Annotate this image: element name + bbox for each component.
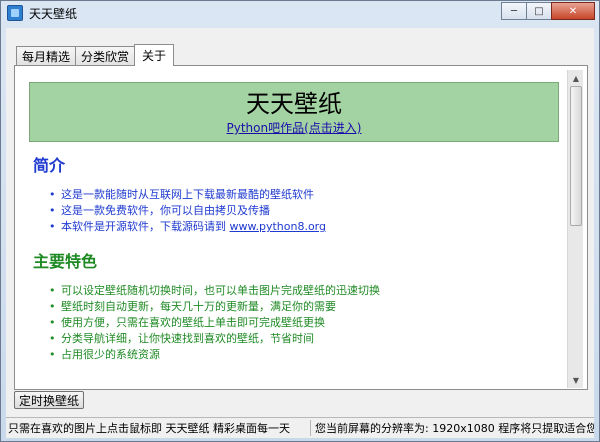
scroll-down-icon[interactable]: ▼: [568, 372, 584, 388]
features-list: • 可以设定壁纸随机切换时间，也可以单击图片完成壁纸的迅速切换 • 壁纸时刻自动更新…: [49, 283, 380, 363]
bullet-icon: •: [49, 188, 56, 201]
status-divider: [310, 419, 311, 436]
scroll-up-icon[interactable]: ▲: [568, 70, 584, 86]
status-message: 只需在喜欢的图片上点击鼠标即 天天壁纸 精彩桌面每一天: [8, 421, 290, 435]
about-panel: 天天壁纸 Python吧作品(点击进入) 简介 • 这是一款能随时从互联网上下载最…: [14, 65, 588, 390]
bullet-icon: •: [49, 300, 56, 313]
list-item: • 分类导航详细，让你快速找到喜欢的壁纸，节省时间: [49, 332, 314, 345]
list-item: • 这是一款免费软件，你可以自由拷贝及传播: [49, 204, 270, 217]
timed-wallpaper-button[interactable]: 定时换壁纸: [14, 391, 85, 409]
status-resolution: 您当前屏幕的分辨率为: 1920x1080 程序将只提取适合您屏幕: [315, 421, 594, 435]
minimize-button[interactable]: ─: [501, 2, 527, 20]
banner: 天天壁纸 Python吧作品(点击进入): [29, 82, 559, 142]
source-link[interactable]: www.python8.org: [230, 220, 327, 233]
maximize-icon: □: [534, 5, 544, 17]
about-content[interactable]: 天天壁纸 Python吧作品(点击进入) 简介 • 这是一款能随时从互联网上下载最…: [19, 70, 567, 388]
tab-category-browse[interactable]: 分类欣赏: [75, 46, 136, 66]
app-icon: [7, 5, 23, 21]
client-area: 每月精选 分类欣赏 关于 天天壁纸 Python吧作品(点击进入) 简介 • 这是…: [6, 28, 594, 438]
list-item: • 本软件是开源软件，下载源码请到 www.python8.org: [49, 220, 327, 233]
list-item: • 占用很少的系统资源: [49, 348, 160, 361]
maximize-button[interactable]: □: [526, 2, 552, 20]
features-heading: 主要特色: [33, 252, 98, 271]
window-title: 天天壁纸: [29, 6, 78, 21]
window-controls: ─ □ ✕: [501, 2, 595, 20]
bullet-icon: •: [49, 204, 56, 217]
scroll-thumb[interactable]: [570, 86, 582, 226]
close-button[interactable]: ✕: [551, 2, 595, 20]
bullet-icon: •: [49, 316, 56, 329]
tab-about[interactable]: 关于: [134, 44, 175, 66]
tab-strip: 每月精选 分类欣赏 关于: [16, 44, 175, 66]
list-item: • 这是一款能随时从互联网上下载最新最酷的壁纸软件: [49, 188, 314, 201]
minimize-icon: ─: [510, 5, 518, 17]
list-item: • 壁纸时刻自动更新，每天几十万的更新量，满足你的需要: [49, 300, 336, 313]
status-bar: 只需在喜欢的图片上点击鼠标即 天天壁纸 精彩桌面每一天 您当前屏幕的分辨率为: …: [6, 417, 594, 437]
bullet-icon: •: [49, 220, 56, 233]
vertical-scrollbar[interactable]: ▲ ▼: [567, 70, 583, 388]
intro-list: • 这是一款能随时从互联网上下载最新最酷的壁纸软件 • 这是一款免费软件，你可以自由…: [49, 187, 326, 235]
app-window: 天天壁纸 ─ □ ✕ 每月精选 分类欣赏 关于 天天壁纸 Python吧作品(点…: [0, 0, 600, 442]
bullet-icon: •: [49, 332, 56, 345]
tab-monthly-picks[interactable]: 每月精选: [16, 46, 77, 66]
bullet-icon: •: [49, 348, 56, 361]
list-item: • 可以设定壁纸随机切换时间，也可以单击图片完成壁纸的迅速切换: [49, 284, 380, 297]
close-icon: ✕: [568, 5, 578, 17]
intro-heading: 简介: [33, 156, 66, 175]
bullet-icon: •: [49, 284, 56, 297]
banner-title: 天天壁纸: [246, 90, 342, 118]
list-item: • 使用方便，只需在喜欢的壁纸上单击即可完成壁纸更换: [49, 316, 325, 329]
banner-link[interactable]: Python吧作品(点击进入): [227, 121, 362, 135]
title-bar[interactable]: 天天壁纸 ─ □ ✕: [1, 1, 599, 25]
